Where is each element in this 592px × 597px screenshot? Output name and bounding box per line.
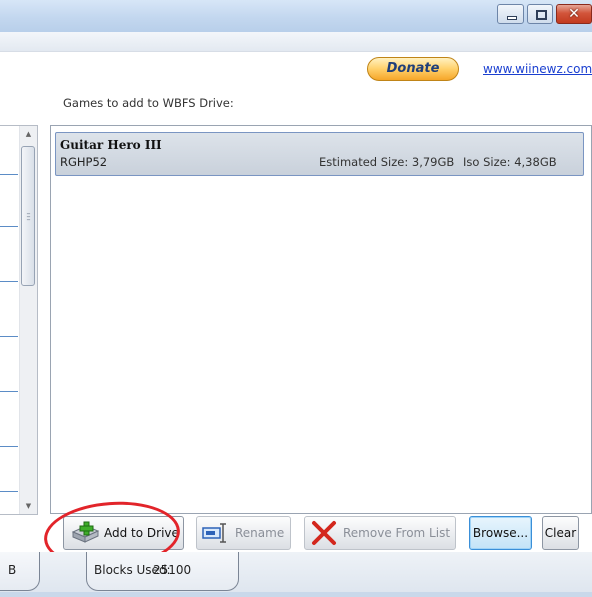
vertical-scrollbar[interactable]: ▲ – – – ▼ [19,126,37,514]
list-row-divider [0,226,18,227]
list-row-divider [0,391,18,392]
list-row-divider [0,336,18,337]
browse-button[interactable]: Browse... [469,516,532,550]
estimated-size: Estimated Size: 3,79GB [319,155,455,169]
rename-label: Rename [235,526,285,540]
list-row-divider [0,174,18,175]
scroll-up-icon[interactable]: ▲ [20,126,37,142]
scrollbar-thumb[interactable]: – – – [21,146,35,286]
remove-from-list-label: Remove From List [343,526,451,540]
game-title: Guitar Hero III [60,138,162,152]
status-bar: B Blocks Used: 25100 [0,552,592,592]
list-row-divider [0,446,18,447]
close-icon: ✕ [568,6,580,22]
donate-button[interactable]: Donate [367,57,459,81]
remove-from-list-button[interactable]: Remove From List [304,516,456,550]
games-to-add-list[interactable]: Guitar Hero III RGHP52 Estimated Size: 3… [50,125,592,514]
status-size-tail: B [8,563,17,577]
status-cell-size: B [0,552,40,591]
grip-icon: – – – [26,209,31,224]
title-bar: ✕ [0,0,592,32]
status-cell-blocks: Blocks Used: 25100 [86,552,239,591]
menu-bar [0,32,592,52]
maximize-button[interactable] [527,4,553,24]
games-list-label: Games to add to WBFS Drive: [63,96,234,110]
game-id: RGHP52 [60,155,108,169]
red-x-icon [312,521,336,545]
list-item[interactable]: Guitar Hero III RGHP52 Estimated Size: 3… [55,132,584,176]
close-button[interactable]: ✕ [556,4,592,24]
rename-icon [202,523,226,543]
website-link[interactable]: www.wiinewz.com [483,62,592,76]
scroll-down-icon[interactable]: ▼ [20,498,37,514]
clear-button[interactable]: Clear [542,516,579,550]
list-row-divider [0,491,18,492]
blocks-used-value: 25100 [153,563,192,577]
list-row-divider [0,281,18,282]
iso-size: Iso Size: 4,38GB [463,155,557,169]
window-bottom-edge [0,592,592,597]
rename-button[interactable]: Rename [196,516,291,550]
minimize-button[interactable] [497,4,524,24]
drive-games-list[interactable]: ▲ – – – ▼ [0,125,38,515]
